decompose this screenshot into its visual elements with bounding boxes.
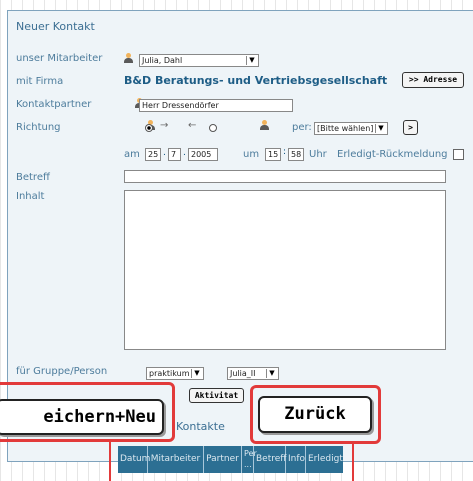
col-betreff[interactable]: Betreff <box>254 446 286 473</box>
person-icon <box>259 120 269 130</box>
am-label: am <box>124 149 140 160</box>
date-separator: . <box>183 148 186 158</box>
col-per[interactable]: Per ... <box>242 446 257 473</box>
day-input[interactable]: 25 <box>145 148 161 161</box>
person-icon <box>124 53 133 63</box>
gruppe-label: für Gruppe/Person <box>16 366 108 377</box>
aktivitat-button[interactable]: Aktivitat <box>189 388 244 403</box>
um-label: um <box>243 149 260 160</box>
gruppe-select-value: praktikum <box>149 369 190 378</box>
per-label: per: <box>292 122 312 133</box>
richtung-label: Richtung <box>16 122 61 133</box>
betreff-label: Betreff <box>16 172 50 183</box>
hour-input[interactable]: 15 <box>265 148 281 161</box>
person-select-value: Julia_II <box>230 369 256 378</box>
adresse-button[interactable]: >> Adresse <box>402 72 464 88</box>
uhr-label: Uhr <box>309 149 327 160</box>
chevron-down-icon: ▼ <box>266 369 277 378</box>
date-separator: . <box>163 148 166 158</box>
gruppe-select[interactable]: praktikum ▼ <box>146 367 204 380</box>
col-info[interactable]: Info <box>286 446 306 473</box>
speichern-neu-button[interactable]: eichern+Neu <box>0 399 164 435</box>
kontakte-label: Kontakte <box>176 420 225 433</box>
zuruck-button[interactable]: Zurück <box>258 396 372 433</box>
inhalt-label: Inhalt <box>16 191 45 202</box>
arrow-right-icon: → <box>160 120 169 131</box>
person-select[interactable]: Julia_II ▼ <box>227 367 279 380</box>
mitarbeiter-label: unser Mitarbeiter <box>16 53 103 64</box>
annotation-line <box>109 442 111 481</box>
kontaktpartner-input[interactable]: Herr Dressendörfer <box>139 99 293 112</box>
chevron-down-icon: ▼ <box>191 369 202 378</box>
chevron-down-icon: ▼ <box>246 56 257 65</box>
mitarbeiter-select-value: Julia, Dahl <box>142 56 183 65</box>
col-datum[interactable]: Datum <box>118 446 150 473</box>
kontakte-table-header: Datum Mitarbeiter Partner Per ... Betref… <box>118 446 343 473</box>
col-partner[interactable]: Partner <box>204 446 242 473</box>
kontaktpartner-label: Kontaktpartner <box>16 99 92 110</box>
minute-input[interactable]: 58 <box>288 148 304 161</box>
time-separator: : <box>283 147 287 157</box>
arrow-left-icon: ← <box>188 120 197 131</box>
col-erledigt[interactable]: Erledigt <box>306 446 343 473</box>
firma-name: B&D Beratungs- und Vertriebsgesellschaft <box>124 74 388 87</box>
erledigt-checkbox[interactable] <box>453 149 464 160</box>
per-go-button[interactable]: > <box>403 120 418 135</box>
inhalt-textarea[interactable] <box>124 190 446 350</box>
year-input[interactable]: 2005 <box>188 148 218 161</box>
per-select-value: [Bitte wählen] <box>317 124 374 133</box>
col-mitarbeiter[interactable]: Mitarbeiter <box>148 446 204 473</box>
annotation-line <box>352 442 354 481</box>
per-select[interactable]: [Bitte wählen] ▼ <box>314 122 388 135</box>
firma-label: mit Firma <box>16 76 64 87</box>
mitarbeiter-select[interactable]: Julia, Dahl ▼ <box>139 54 259 67</box>
direction-out-radio[interactable] <box>145 124 153 132</box>
betreff-input[interactable] <box>124 170 446 183</box>
direction-in-radio[interactable] <box>209 124 217 132</box>
erledigt-label: Erledigt-Rückmeldung <box>337 149 448 160</box>
chevron-down-icon: ▼ <box>375 124 386 133</box>
form-title: Neuer Kontakt <box>16 20 95 33</box>
month-input[interactable]: 7 <box>168 148 181 161</box>
